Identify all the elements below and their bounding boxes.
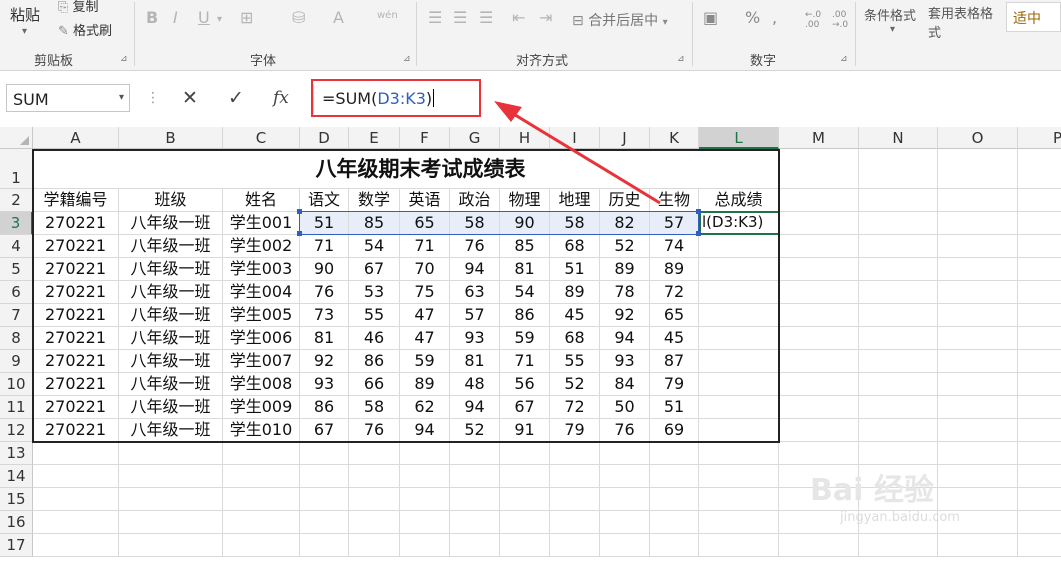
watermark-logo: Bai 经验 (810, 473, 934, 508)
arrowhead-icon (494, 101, 522, 122)
arrow-shaft (501, 105, 661, 205)
watermark-url: jingyan.baidu.com (840, 510, 960, 525)
